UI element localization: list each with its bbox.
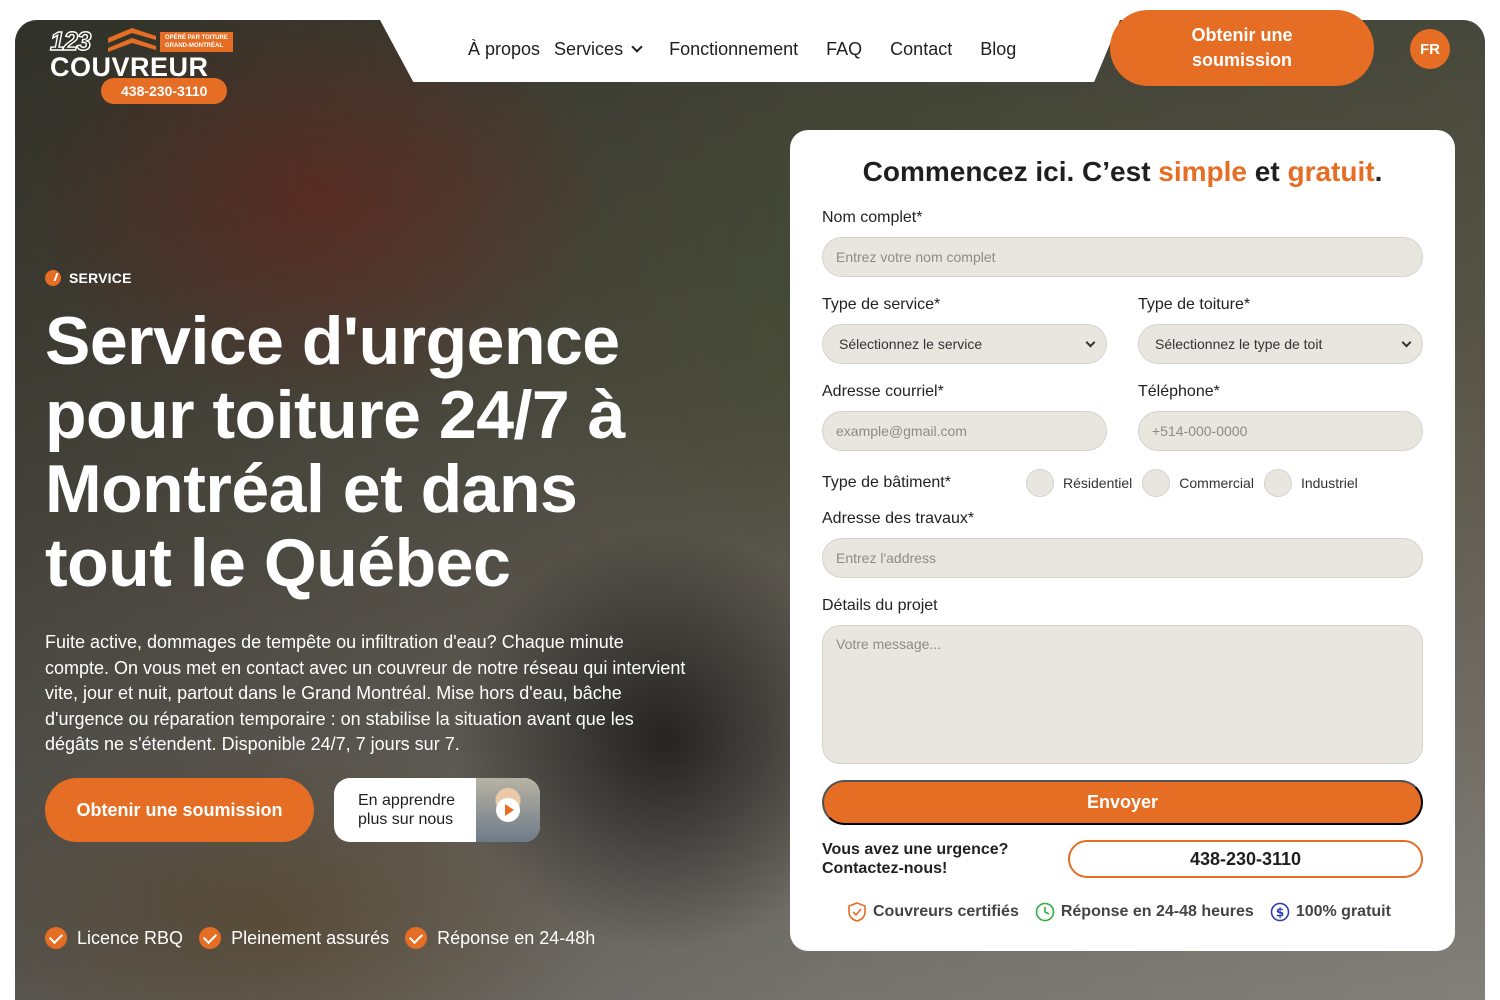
- details-label: Détails du projet: [822, 597, 938, 614]
- nav-item-fonctionnement[interactable]: Fonctionnement: [669, 39, 798, 60]
- language-switcher[interactable]: FR: [1410, 29, 1450, 69]
- trust-badges: Couvreurs certifiés Réponse en 24-48 heu…: [847, 902, 1407, 922]
- chevron-down-icon: [1085, 337, 1096, 348]
- radio-residentiel[interactable]: Résidentiel: [1026, 469, 1132, 497]
- building-type-radio-group: Résidentiel Commercial Industriel: [1026, 469, 1368, 497]
- video-thumbnail: [476, 778, 540, 842]
- phone-label: Téléphone*: [1138, 383, 1220, 400]
- hero-description: Fuite active, dommages de tempête ou inf…: [45, 632, 686, 754]
- nav-item-contact[interactable]: Contact: [890, 39, 952, 60]
- main-navigation: À propos Services Fonctionnement FAQ Con…: [468, 36, 1044, 62]
- check-icon: [405, 927, 428, 949]
- service-type-label: Type de service*: [822, 296, 941, 313]
- details-textarea[interactable]: Votre message...: [822, 625, 1423, 764]
- hero-quote-button[interactable]: Obtenir une soumission: [45, 778, 314, 842]
- chevron-down-icon: [631, 40, 643, 53]
- email-field[interactable]: example@gmail.com: [822, 411, 1107, 451]
- dollar-icon: $: [1270, 902, 1290, 922]
- nav-item-blog[interactable]: Blog: [980, 39, 1016, 60]
- check-icon: [45, 927, 67, 949]
- submit-button[interactable]: Envoyer: [822, 780, 1423, 825]
- email-label: Adresse courriel*: [822, 383, 944, 400]
- nav-item-a-propos[interactable]: À propos: [468, 39, 540, 60]
- trust-item: $ 100% gratuit: [1270, 902, 1391, 922]
- building-type-label: Type de bâtiment*: [822, 474, 951, 491]
- svg-text:$: $: [1276, 906, 1284, 920]
- name-label: Nom complet*: [822, 209, 923, 226]
- chevron-down-icon: [1401, 337, 1412, 348]
- trust-item: Couvreurs certifiés: [847, 902, 1019, 922]
- name-input[interactable]: Entrez votre nom complet: [822, 237, 1423, 277]
- phone-field[interactable]: +514-000-0000: [1138, 411, 1423, 451]
- radio-button[interactable]: [1026, 469, 1054, 497]
- feature-item: Licence RBQ: [45, 927, 183, 949]
- check-icon: [199, 927, 222, 949]
- lightning-icon: [45, 270, 61, 286]
- roof-logo-icon: [108, 28, 156, 52]
- quote-form-card: Commencez ici. C’est simple et gratuit. …: [790, 130, 1455, 951]
- logo-tagline: OPÉRÉ PAR TOITURE GRAND-MONTRÉAL: [160, 32, 233, 52]
- logo-phone-badge[interactable]: 438-230-3110: [101, 78, 228, 104]
- site-logo[interactable]: 123 OPÉRÉ PAR TOITURE GRAND-MONTRÉAL COU…: [48, 24, 248, 106]
- urgent-phone-button[interactable]: 438-230-3110: [1068, 840, 1423, 878]
- urgent-text: Vous avez une urgence? Contactez-nous!: [822, 841, 1009, 877]
- nav-item-services[interactable]: Services: [554, 39, 643, 60]
- feature-item: Réponse en 24-48h: [405, 927, 595, 949]
- header-quote-button[interactable]: Obtenir une soumission: [1110, 10, 1374, 86]
- radio-industriel[interactable]: Industriel: [1263, 469, 1358, 497]
- feature-item: Pleinement assurés: [199, 927, 389, 949]
- page-title: Service d'urgence pour toiture 24/7 à Mo…: [45, 303, 625, 601]
- hero-content: SERVICE Service d'urgence pour toiture 2…: [45, 270, 695, 758]
- roof-type-select[interactable]: Sélectionnez le type de toit: [1138, 324, 1423, 364]
- address-label: Adresse des travaux*: [822, 510, 975, 527]
- radio-button[interactable]: [1142, 469, 1171, 497]
- roof-type-label: Type de toiture*: [1138, 296, 1251, 313]
- learn-more-video-button[interactable]: En apprendre plus sur nous: [334, 778, 540, 842]
- clock-icon: [1035, 902, 1055, 922]
- nav-item-faq[interactable]: FAQ: [826, 39, 862, 60]
- radio-button[interactable]: [1263, 469, 1292, 497]
- service-badge: SERVICE: [45, 270, 695, 286]
- shield-check-icon: [848, 902, 866, 922]
- feature-list: Licence RBQ Pleinement assurés Réponse e…: [45, 927, 595, 949]
- service-type-select[interactable]: Sélectionnez le service: [822, 324, 1107, 364]
- radio-commercial[interactable]: Commercial: [1142, 469, 1254, 497]
- play-icon: [496, 798, 520, 822]
- trust-item: Réponse en 24-48 heures: [1035, 902, 1254, 922]
- learn-more-label: En apprendre plus sur nous: [358, 792, 455, 828]
- form-title: Commencez ici. C’est simple et gratuit.: [862, 156, 1383, 187]
- address-input[interactable]: Entrez l'address: [822, 538, 1423, 578]
